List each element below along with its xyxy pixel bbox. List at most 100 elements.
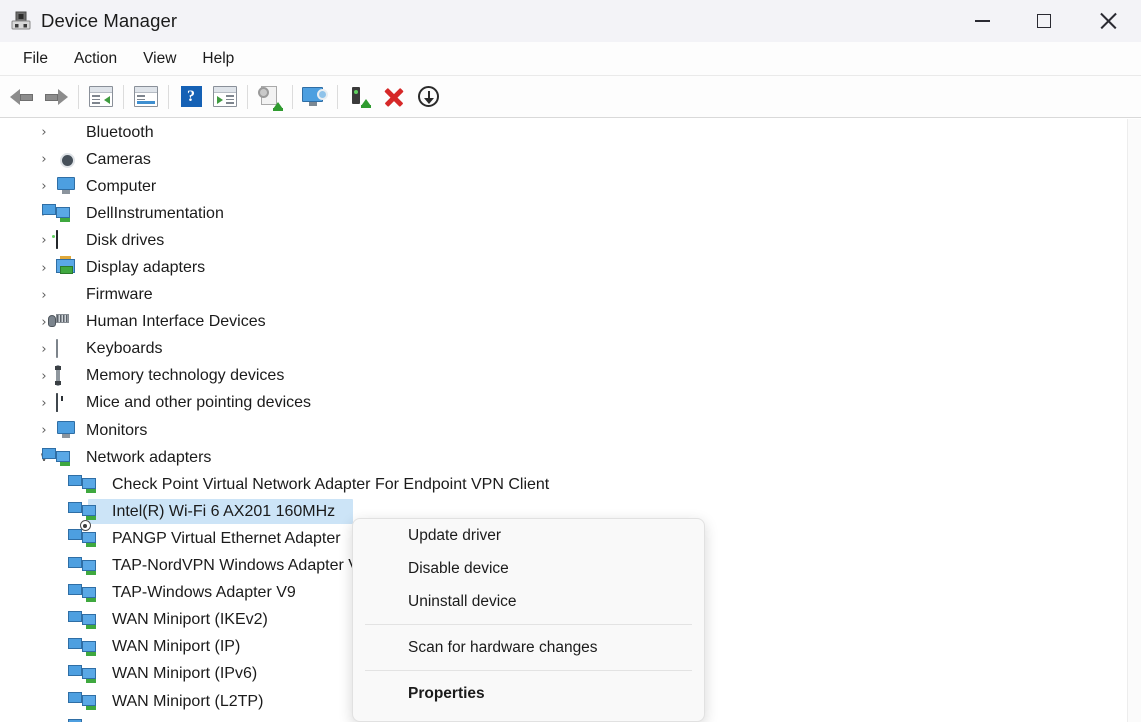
- tree-item-label: Cameras: [86, 150, 151, 168]
- tree-item-category[interactable]: › Monitors: [0, 417, 1141, 444]
- tree-item-category[interactable]: › Human Interface Devices: [0, 309, 1141, 336]
- red-x-icon: [384, 87, 404, 107]
- help-button[interactable]: ?: [174, 80, 208, 114]
- window-title: Device Manager: [41, 10, 178, 31]
- chevron-right-icon[interactable]: ›: [32, 342, 56, 357]
- camera-icon: [56, 150, 77, 169]
- tree-item-label: TAP-NordVPN Windows Adapter V9: [112, 557, 368, 575]
- menu-view[interactable]: View: [130, 46, 189, 72]
- network-adapter-icon: [68, 637, 103, 657]
- network-adapter-icon: [68, 664, 103, 684]
- network-adapter-icon: [42, 204, 77, 223]
- maximize-icon: [1037, 14, 1051, 28]
- title-bar: Device Manager: [0, 0, 1141, 42]
- context-menu-item[interactable]: Disable device: [353, 552, 704, 585]
- tree-item-label: Display adapters: [86, 259, 206, 277]
- show-devices-icon: [213, 86, 237, 107]
- back-button[interactable]: [5, 80, 39, 114]
- context-menu-separator: [365, 670, 692, 671]
- update-driver-page-icon: [258, 85, 283, 111]
- context-menu-item[interactable]: Scan for hardware changes: [353, 631, 704, 664]
- context-menu-separator: [365, 624, 692, 625]
- properties-window-icon: [134, 86, 158, 107]
- vertical-scrollbar[interactable]: [1127, 119, 1141, 722]
- show-hide-console-tree-button[interactable]: [84, 80, 118, 114]
- tree-item-label: WAN Miniport (IPv6): [112, 665, 258, 683]
- network-adapter-icon: [68, 556, 103, 576]
- help-question-icon: ?: [180, 86, 202, 107]
- delete-button[interactable]: [377, 80, 411, 114]
- toolbar: ?: [0, 76, 1141, 118]
- network-adapter-icon: [68, 692, 103, 711]
- context-menu-item[interactable]: Uninstall device: [353, 585, 704, 618]
- chevron-right-icon[interactable]: ›: [32, 423, 56, 438]
- disable-device-button[interactable]: [411, 80, 445, 114]
- tree-item-category[interactable]: ∨Network adapters: [0, 444, 1141, 471]
- maximize-button[interactable]: [1013, 0, 1075, 42]
- properties-button[interactable]: [129, 80, 163, 114]
- chevron-right-icon[interactable]: ›: [32, 369, 56, 384]
- bluetooth-icon: [56, 123, 77, 142]
- display-adapter-icon: [56, 256, 77, 278]
- tree-item-category[interactable]: › Keyboards: [0, 336, 1141, 363]
- tree-item-label: Keyboards: [86, 340, 163, 358]
- device-manager-icon: [10, 10, 32, 32]
- network-adapter-icon: [68, 583, 103, 603]
- tree-item-label: Firmware: [86, 286, 153, 304]
- tree-item-category[interactable]: › Firmware: [0, 282, 1141, 309]
- update-driver-button[interactable]: [253, 80, 287, 114]
- tree-item-label: Disk drives: [86, 231, 165, 249]
- chevron-right-icon[interactable]: ›: [32, 125, 56, 140]
- menu-bar: File Action View Help: [0, 42, 1141, 76]
- tree-item-label: Bluetooth: [86, 123, 154, 141]
- minimize-button[interactable]: [951, 0, 1013, 42]
- chevron-right-icon[interactable]: ›: [32, 288, 56, 303]
- tree-item-category[interactable]: ›DellInstrumentation: [0, 200, 1141, 227]
- down-arrow-circle-icon: [417, 86, 439, 107]
- tree-item-category[interactable]: › Disk drives: [0, 227, 1141, 254]
- forward-arrow-icon: [43, 87, 69, 107]
- toolbar-separator: [123, 84, 124, 109]
- tree-item-category[interactable]: › Bluetooth: [0, 119, 1141, 146]
- tree-item-category[interactable]: › Display adapters: [0, 254, 1141, 281]
- toolbar-separator: [292, 84, 293, 109]
- memory-chip-icon: [55, 364, 77, 386]
- context-menu-item[interactable]: Update driver: [353, 519, 704, 552]
- close-button[interactable]: [1075, 0, 1141, 42]
- tree-item-label: WAN Miniport (L2TP): [112, 692, 264, 710]
- network-adapter-icon: [68, 610, 103, 630]
- forward-button[interactable]: [39, 80, 73, 114]
- mouse-icon: [56, 392, 77, 413]
- tree-item-category[interactable]: › Memory technology devices: [0, 363, 1141, 390]
- tree-item-category[interactable]: › Cameras: [0, 146, 1141, 173]
- chevron-right-icon[interactable]: ›: [32, 179, 56, 194]
- device-manager-window: Device Manager File Action View Help ? ›…: [0, 0, 1141, 722]
- close-icon: [1099, 12, 1117, 30]
- menu-file[interactable]: File: [10, 46, 61, 72]
- network-adapter-icon: [42, 448, 77, 467]
- tree-item-label: Network adapters: [86, 448, 212, 466]
- scan-for-hardware-changes-button[interactable]: [298, 80, 332, 114]
- tree-item-category[interactable]: › Computer: [0, 173, 1141, 200]
- back-arrow-icon: [9, 87, 35, 107]
- menu-help[interactable]: Help: [189, 46, 247, 72]
- toolbar-separator: [337, 84, 338, 109]
- tree-item-device[interactable]: ›Check Point Virtual Network Adapter For…: [0, 471, 1141, 498]
- toolbar-separator: [78, 84, 79, 109]
- menu-action[interactable]: Action: [61, 46, 130, 72]
- network-adapter-badge-icon: [68, 520, 103, 548]
- chevron-right-icon[interactable]: ›: [32, 396, 56, 411]
- chevron-right-icon[interactable]: ›: [32, 152, 56, 167]
- toolbar-separator: [247, 84, 248, 109]
- context-menu-item[interactable]: Properties: [353, 677, 704, 710]
- chevron-right-icon[interactable]: ›: [32, 261, 56, 276]
- firmware-chip-icon: [56, 286, 77, 305]
- tree-item-category[interactable]: › Mice and other pointing devices: [0, 390, 1141, 417]
- computer-icon: [56, 177, 77, 196]
- uninstall-device-button[interactable]: [343, 80, 377, 114]
- tree-item-label: WAN Miniport (IKEv2): [112, 611, 268, 629]
- context-menu[interactable]: Update driver Disable device Uninstall dev…: [352, 518, 705, 722]
- tree-item-label: Check Point Virtual Network Adapter For …: [112, 475, 550, 493]
- show-hidden-devices-button[interactable]: [208, 80, 242, 114]
- toolbar-separator: [168, 84, 169, 109]
